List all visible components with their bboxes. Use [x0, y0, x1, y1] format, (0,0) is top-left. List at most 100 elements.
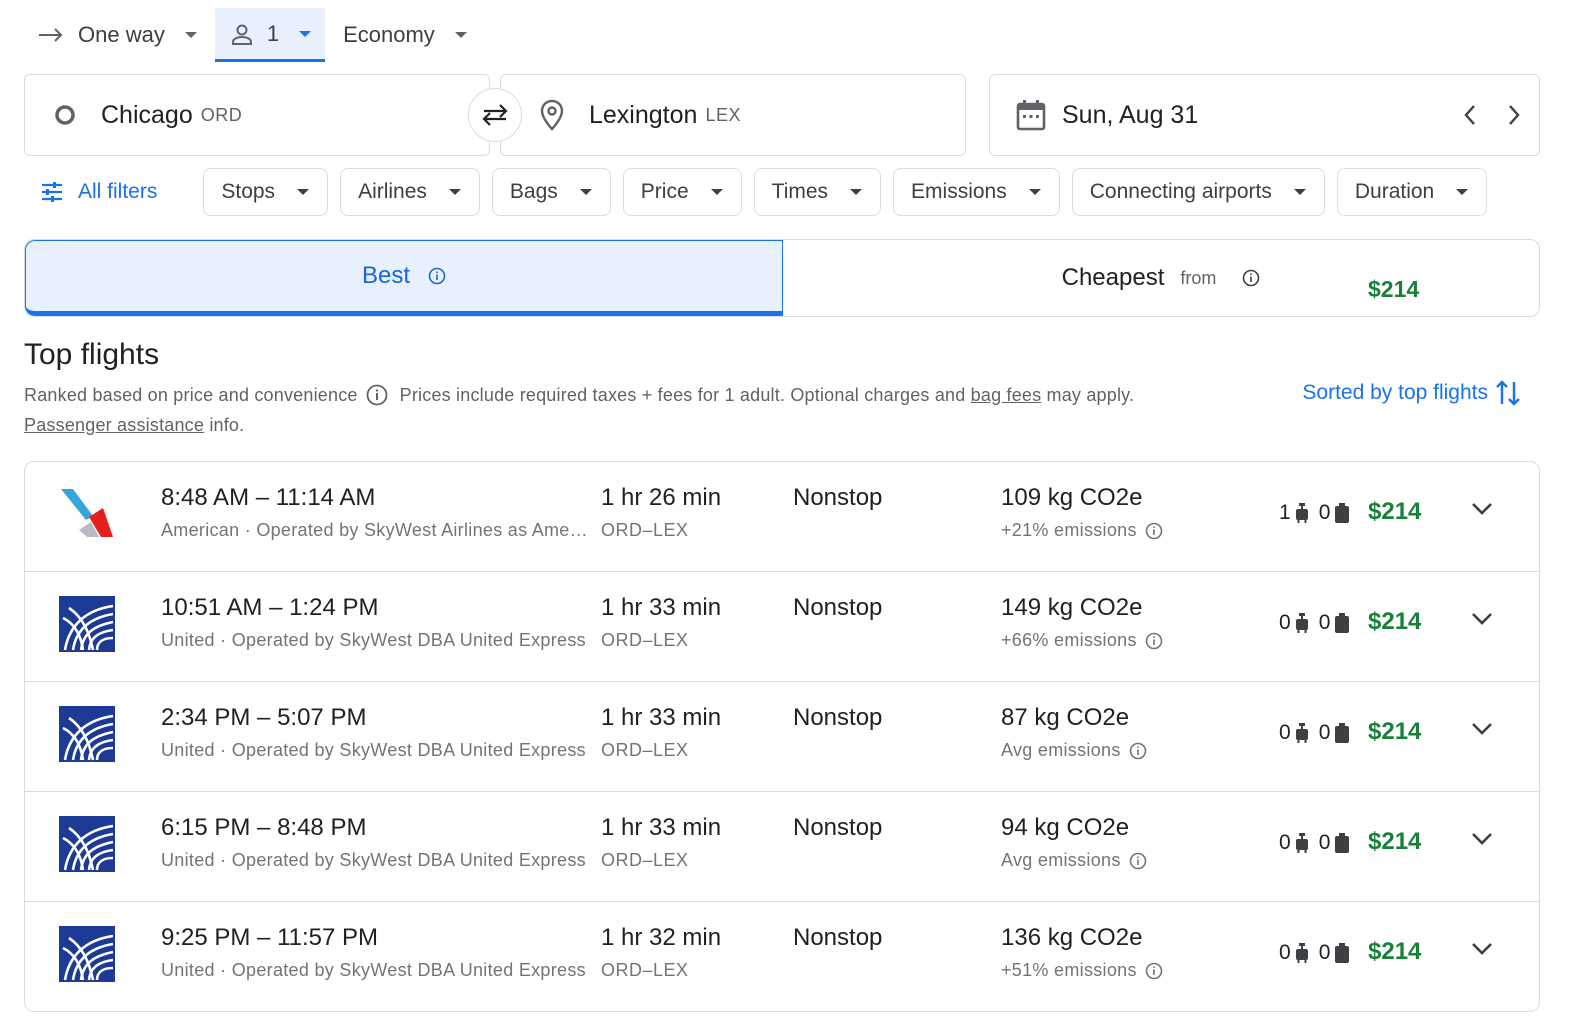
from-label: from [1180, 267, 1217, 288]
emissions-text: +66% emissions [1001, 630, 1137, 650]
caret-down-icon [299, 30, 312, 37]
caret-down-icon [1293, 189, 1306, 195]
carry-on-bag-icon [1295, 833, 1309, 853]
carry-on-bag-icon [1295, 613, 1309, 633]
passengers-dropdown[interactable]: 1 [214, 8, 326, 62]
caret-down-icon [184, 32, 197, 38]
filter-label: Emissions [911, 180, 1007, 203]
filter-emissions[interactable]: Emissions [893, 168, 1060, 216]
info-icon[interactable] [366, 384, 388, 406]
flight-times: 8:48 AM – 11:14 AM [161, 484, 376, 511]
flight-price: $214 [1368, 938, 1422, 965]
filter-label: Stops [221, 180, 276, 203]
checked-bag-icon [1334, 723, 1350, 743]
expand-chevron-icon[interactable] [1471, 832, 1493, 846]
flight-emissions: +21% emissions [1001, 520, 1163, 541]
location-pin-icon [539, 99, 565, 131]
swap-locations-button[interactable] [468, 88, 522, 142]
flight-stops: Nonstop [793, 704, 883, 731]
checked-bag-icon [1334, 833, 1350, 853]
flight-row[interactable]: 9:25 PM – 11:57 PM United · Operated by … [25, 902, 1539, 1011]
tab-best[interactable]: Best [25, 240, 783, 316]
cabin-class-dropdown[interactable]: Economy [329, 8, 481, 62]
airline-operator: American · Operated by SkyWest Airlines … [161, 520, 589, 540]
previous-date-chevron-icon[interactable] [1459, 100, 1481, 130]
origin-city: Chicago [101, 100, 193, 129]
expand-chevron-icon[interactable] [1471, 612, 1493, 626]
emissions-text: Avg emissions [1001, 740, 1121, 760]
tab-cheapest-label: Cheapest [1061, 264, 1165, 291]
info-icon[interactable] [1242, 269, 1260, 287]
checked-bag-icon [1334, 503, 1350, 523]
prices-note: Prices include required taxes + fees for… [399, 385, 966, 405]
caret-down-icon [850, 189, 863, 195]
filter-label: Airlines [358, 180, 427, 203]
airline-operator: United · Operated by SkyWest DBA United … [161, 630, 586, 650]
passengers-count: 1 [266, 20, 280, 46]
caret-down-icon [297, 189, 310, 195]
american-airlines-logo [59, 486, 115, 542]
united-airlines-logo [59, 706, 115, 762]
filter-bags[interactable]: Bags [491, 168, 611, 216]
filter-price[interactable]: Price [622, 168, 742, 216]
info-icon[interactable] [1129, 742, 1147, 760]
flight-row[interactable]: 2:34 PM – 5:07 PM United · Operated by S… [25, 682, 1539, 792]
all-filters-button[interactable]: All filters [24, 168, 191, 216]
next-date-chevron-icon[interactable] [1503, 100, 1525, 130]
carry-on-count: 1 [1279, 501, 1291, 524]
destination-field[interactable]: Lexington LEX [500, 74, 966, 156]
filter-stops[interactable]: Stops [203, 168, 329, 216]
checked-bag-count: 0 [1318, 501, 1331, 524]
airline-operator: United · Operated by SkyWest DBA United … [161, 740, 586, 760]
bag-fees-link[interactable]: bag fees [971, 385, 1042, 405]
checked-bag-count: 0 [1318, 831, 1331, 854]
flight-co2: 149 kg CO2e [1001, 594, 1143, 621]
origin-field[interactable]: Chicago ORD [24, 74, 490, 156]
flight-stops: Nonstop [793, 814, 883, 841]
origin-circle-icon [53, 103, 77, 127]
flight-duration: 1 hr 33 min [601, 704, 722, 731]
passenger-assistance-link[interactable]: Passenger assistance [24, 415, 204, 435]
sort-order-button[interactable]: Sorted by top flights [1302, 378, 1522, 408]
flight-results-list: 8:48 AM – 11:14 AM American · Operated b… [24, 461, 1540, 1012]
tab-cheapest[interactable]: Cheapest from $214 [783, 240, 1539, 316]
flight-stops: Nonstop [793, 484, 883, 511]
info-icon[interactable] [428, 267, 446, 285]
filter-label: Price [640, 180, 689, 203]
info-icon[interactable] [1129, 852, 1147, 870]
checked-bag-count: 0 [1318, 611, 1331, 634]
trip-type-dropdown[interactable]: One way [24, 8, 211, 62]
bag-allowance: 1 0 [1279, 501, 1360, 525]
flight-row[interactable]: 6:15 PM – 8:48 PM United · Operated by S… [25, 792, 1539, 902]
filter-connecting-airports[interactable]: Connecting airports [1071, 168, 1325, 216]
flight-price: $214 [1368, 498, 1422, 525]
expand-chevron-icon[interactable] [1471, 942, 1493, 956]
expand-chevron-icon[interactable] [1471, 722, 1493, 736]
filter-times[interactable]: Times [753, 168, 882, 216]
flight-route: ORD–LEX [601, 740, 689, 760]
date-navigation [1459, 75, 1525, 155]
info-icon[interactable] [1145, 962, 1163, 980]
flight-duration: 1 hr 33 min [601, 814, 722, 841]
destination-code: LEX [705, 104, 741, 125]
info-icon[interactable] [1145, 632, 1163, 650]
flight-row[interactable]: 8:48 AM – 11:14 AM American · Operated b… [25, 462, 1539, 572]
caret-down-icon [1456, 189, 1469, 195]
departure-date-field[interactable]: Sun, Aug 31 [989, 74, 1540, 156]
filter-airlines[interactable]: Airlines [340, 168, 480, 216]
flight-times: 2:34 PM – 5:07 PM [161, 704, 367, 731]
all-filters-label: All filters [78, 180, 158, 203]
carry-on-bag-icon [1295, 943, 1309, 963]
filter-duration[interactable]: Duration [1336, 168, 1488, 216]
flight-duration: 1 hr 26 min [601, 484, 722, 511]
expand-chevron-icon[interactable] [1471, 502, 1493, 516]
info-icon[interactable] [1145, 522, 1163, 540]
filter-label: Connecting airports [1089, 180, 1272, 203]
flight-co2: 136 kg CO2e [1001, 924, 1143, 951]
flight-price: $214 [1368, 828, 1422, 855]
flight-co2: 87 kg CO2e [1001, 704, 1130, 731]
flight-row[interactable]: 10:51 AM – 1:24 PM United · Operated by … [25, 572, 1539, 682]
tab-best-label: Best [361, 262, 411, 289]
caret-down-icon [1028, 189, 1041, 195]
caret-down-icon [710, 189, 723, 195]
